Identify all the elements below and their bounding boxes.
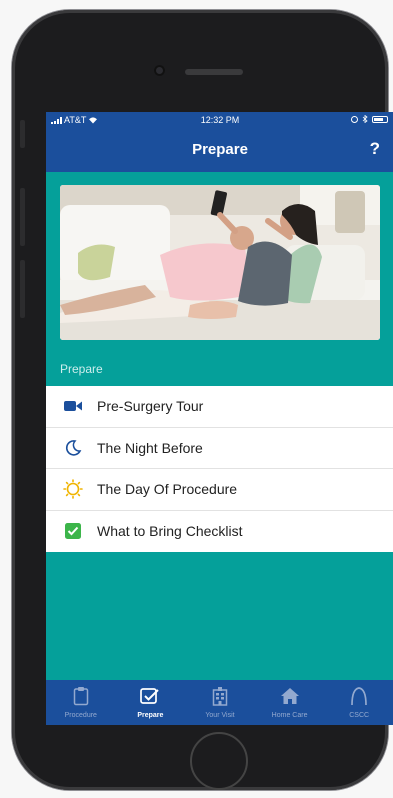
menu-item-label: The Night Before [97,439,203,456]
status-bar: AT&T 12:32 PM [46,112,393,128]
volume-down-button [20,260,25,318]
menu-item-pre-surgery-tour[interactable]: Pre-Surgery Tour [46,386,393,428]
tab-label: Prepare [137,712,164,719]
mute-switch [20,120,25,148]
hero-image [60,185,380,340]
menu-item-what-to-bring-checklist[interactable]: What to Bring Checklist [46,511,393,553]
home-button[interactable] [190,732,248,790]
battery-icon [372,115,388,123]
earpiece-speaker [185,69,243,75]
phone-frame: AT&T 12:32 PM Prepare ? Prepare Pre-Surg… [12,10,393,790]
menu-item-the-day-of-procedure[interactable]: The Day Of Procedure [46,469,393,511]
tab-bar: Procedure Prepare Your Visit Home Care C… [46,680,393,725]
tab-label: Procedure [64,712,97,719]
tab-procedure[interactable]: Procedure [46,680,116,725]
menu-item-label: Pre-Surgery Tour [97,398,204,415]
prepare-menu: Pre-Surgery Tour The Night Before The Da… [46,386,393,552]
menu-item-the-night-before[interactable]: The Night Before [46,428,393,469]
location-icon [351,115,358,123]
tab-label: Your Visit [205,712,235,719]
tab-cscc[interactable]: CSCC [324,680,393,725]
checkbox-icon [63,521,83,541]
clipboard-icon [70,685,92,707]
sun-icon [63,479,83,500]
tab-prepare[interactable]: Prepare [116,680,186,725]
video-camera-icon [63,396,83,416]
hospital-icon [209,685,231,707]
hero-illustration [60,185,380,340]
status-time: 12:32 PM [200,115,240,125]
tab-label: CSCC [349,712,370,719]
menu-item-label: The Day Of Procedure [97,481,238,498]
front-camera [154,65,165,76]
navigation-bar: Prepare ? [46,128,393,172]
help-button[interactable]: ? [370,139,380,159]
tab-your-visit[interactable]: Your Visit [185,680,255,725]
house-icon [279,685,301,707]
tab-label: Home Care [271,712,308,719]
bluetooth-icon [362,115,368,123]
page-title: Prepare [192,141,248,158]
arch-icon [348,685,370,707]
volume-up-button [20,188,25,246]
menu-item-label: What to Bring Checklist [97,523,243,540]
tab-home-care[interactable]: Home Care [255,680,325,725]
moon-icon [63,438,83,458]
checkmark-box-icon [139,685,161,707]
section-label: Prepare [60,362,103,376]
app-screen: AT&T 12:32 PM Prepare ? Prepare Pre-Surg… [46,112,393,725]
status-right-group [351,115,388,123]
